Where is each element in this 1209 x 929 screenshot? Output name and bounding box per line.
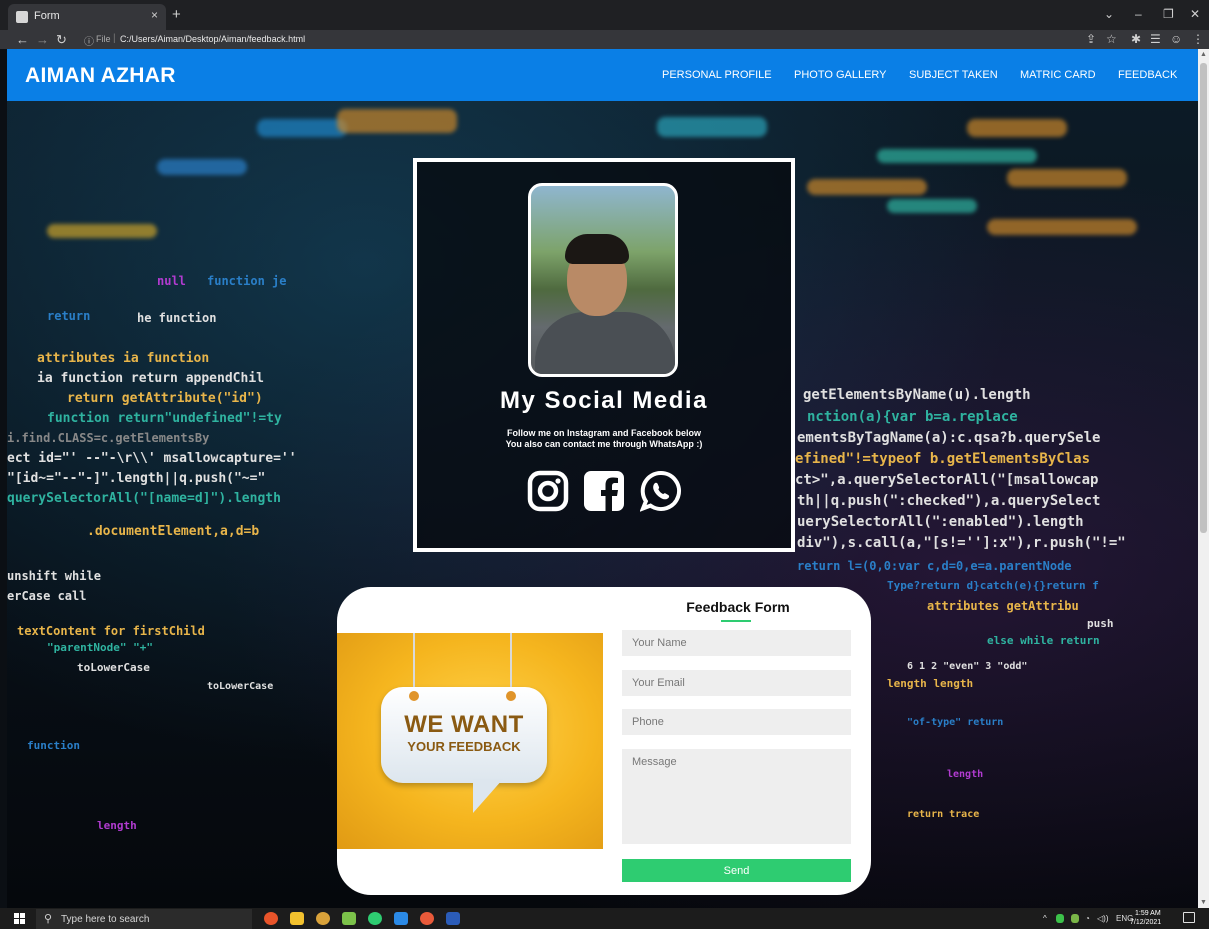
phone-input[interactable] [622,709,851,735]
site-brand[interactable]: AIMAN AZHAR [25,64,176,88]
file-explorer-icon[interactable] [290,912,304,925]
feedback-card: WE WANT YOUR FEEDBACK Feedback Form Send [337,587,871,895]
share-icon[interactable]: ⇪ [1086,32,1096,47]
whatsapp-icon[interactable] [640,470,682,512]
taskbar-search-text: Type here to search [61,914,150,925]
notification-icon[interactable] [1183,912,1195,923]
browser-tab-strip: Form × + ⌄ – ❐ ✕ [0,0,1209,30]
browser-toolbar: ← → ↻ ⓘ File | C:/Users/Aiman/Desktop/Ai… [0,30,1209,49]
email-input[interactable] [622,670,851,696]
page-viewport: null function je return he function attr… [7,49,1198,908]
windows-taskbar: ⚲ Type here to search ^ ◔ ◁)) ENG 1:59 A… [0,908,1209,929]
chrome-profile-app-icon[interactable] [420,912,434,925]
favicon-icon [16,11,28,23]
menu-kebab-icon[interactable]: ⋮ [1192,32,1204,47]
form-title: Feedback Form [686,599,790,615]
clock-date[interactable]: 7/12/2021 [1130,919,1161,926]
nav-feedback[interactable]: FEEDBACK [1118,69,1177,81]
windows-start-icon[interactable] [14,913,25,924]
nav-matric-card[interactable]: MATRIC CARD [1020,69,1096,81]
social-subtitle-2: You also can contact me through WhatsApp… [505,439,703,449]
promo-string-left [413,633,415,691]
extensions-puzzle-icon[interactable]: ✱ [1131,32,1141,47]
browser-tab[interactable]: Form × [8,4,166,30]
social-title: My Social Media [500,387,708,414]
scheme-label: File [96,34,111,44]
nav-photo-gallery[interactable]: PHOTO GALLERY [794,69,887,81]
notepad-app-icon[interactable] [342,912,356,925]
info-icon[interactable]: ⓘ [84,33,94,48]
browser-app-icon[interactable] [316,912,330,925]
nav-personal-profile[interactable]: PERSONAL PROFILE [662,69,772,81]
promo-pin-right [506,691,516,701]
promo-speech-bubble: WE WANT YOUR FEEDBACK [381,687,547,783]
name-input[interactable] [622,630,851,656]
profile-photo [528,183,678,377]
reload-icon[interactable]: ↻ [56,31,67,48]
tab-title: Form [34,10,60,22]
word-app-icon[interactable] [446,912,460,925]
vscode-app-icon[interactable] [394,912,408,925]
tab-search-button[interactable]: ⌄ [1104,7,1114,21]
chrome-app-icon[interactable] [264,912,278,925]
facebook-icon[interactable] [583,470,625,512]
tab-close-button[interactable]: × [151,8,158,22]
site-header: AIMAN AZHAR PERSONAL PROFILE PHOTO GALLE… [7,49,1198,101]
volume-icon[interactable]: ◁)) [1097,914,1108,923]
forward-arrow-icon[interactable]: → [36,31,49,48]
social-subtitle-1: Follow me on Instagram and Facebook belo… [506,428,702,438]
network-icon[interactable]: ◔ [1085,914,1090,923]
scrollbar-thumb[interactable] [1200,63,1207,533]
promo-bubble-tail [473,779,503,813]
new-tab-button[interactable]: + [172,6,181,23]
scroll-up-arrow-icon[interactable]: ▲ [1200,51,1207,58]
omnibox-separator: | [113,33,116,44]
bookmark-star-icon[interactable]: ☆ [1106,32,1117,47]
taskbar-search[interactable]: ⚲ Type here to search [36,909,252,929]
promo-string-right [510,633,512,691]
promo-headline: WE WANT [404,711,524,738]
tray-chevron-icon[interactable]: ^ [1043,914,1047,923]
clock-time[interactable]: 1:59 AM [1135,910,1161,917]
whatsapp-app-icon[interactable] [368,912,382,925]
social-media-card: My Social Media Follow me on Instagram a… [413,158,795,552]
instagram-icon[interactable] [527,470,569,512]
profile-avatar-icon[interactable]: ☺ [1170,32,1182,47]
restore-button[interactable]: ❐ [1163,7,1174,21]
reading-list-icon[interactable]: ☰ [1150,32,1161,47]
page-scrollbar[interactable]: ▲ ▼ [1198,49,1209,908]
back-arrow-icon[interactable]: ← [16,31,29,48]
promo-subheadline: YOUR FEEDBACK [407,739,521,754]
minimize-button[interactable]: – [1135,7,1142,21]
tray-app-icon[interactable] [1056,914,1064,923]
form-title-underline [721,620,751,622]
send-button[interactable]: Send [622,859,851,882]
photo-shirt [535,312,675,374]
message-textarea[interactable] [622,749,851,844]
search-icon: ⚲ [44,913,53,925]
feedback-promo-image: WE WANT YOUR FEEDBACK [337,633,603,849]
close-window-button[interactable]: ✕ [1190,7,1200,21]
nav-subject-taken[interactable]: SUBJECT TAKEN [909,69,998,81]
scroll-down-arrow-icon[interactable]: ▼ [1200,899,1207,906]
address-bar[interactable]: ⓘ File | C:/Users/Aiman/Desktop/Aiman/fe… [76,32,1076,48]
tray-app-icon-2[interactable] [1071,914,1079,923]
url-text[interactable]: C:/Users/Aiman/Desktop/Aiman/feedback.ht… [120,34,305,44]
promo-pin-left [409,691,419,701]
photo-hair [565,234,629,264]
